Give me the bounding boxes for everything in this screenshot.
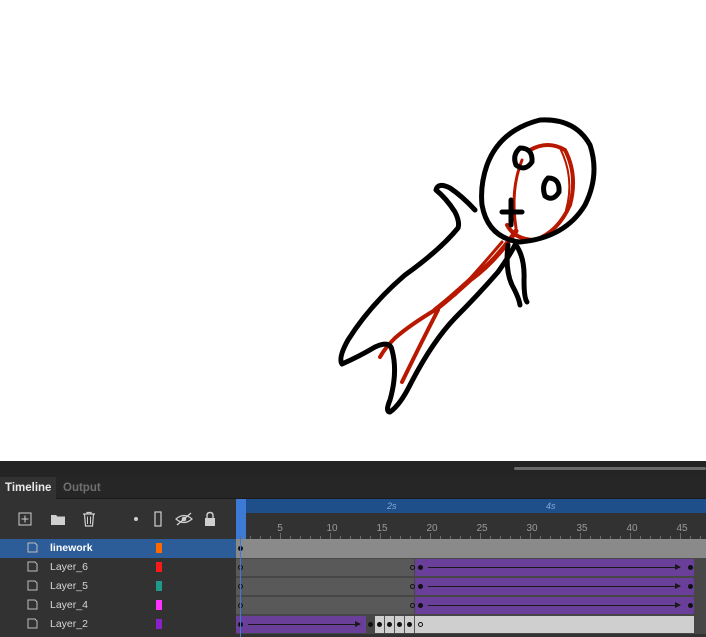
keyframe[interactable] — [688, 603, 693, 608]
layer-name: Layer_4 — [50, 599, 88, 611]
layer-name: Layer_6 — [50, 561, 88, 573]
new-layer-button[interactable] — [15, 509, 35, 529]
layer-header[interactable]: linework — [0, 539, 236, 558]
layer-icon — [27, 580, 38, 591]
layer-row-layer-4[interactable]: Layer_4 — [0, 596, 706, 615]
frame-number: 35 — [576, 523, 588, 534]
frame-number: 30 — [526, 523, 538, 534]
tab-timeline[interactable]: Timeline — [0, 477, 57, 499]
playhead-line — [240, 539, 241, 637]
layer-color-swatch[interactable] — [156, 562, 162, 572]
keyframe[interactable] — [688, 584, 693, 589]
lock-icon — [205, 511, 215, 526]
panel-header-bar — [0, 461, 706, 477]
tween-arrow — [248, 621, 361, 627]
keyframe[interactable] — [387, 622, 392, 627]
layer-header[interactable]: Layer_6 — [0, 558, 236, 577]
layer-frames[interactable] — [236, 558, 706, 577]
frame-number: 25 — [476, 523, 488, 534]
lock-toggle-button[interactable] — [200, 509, 220, 529]
keyframe[interactable] — [407, 622, 412, 627]
layer-row-linework[interactable]: linework — [0, 539, 706, 558]
layer-icon — [27, 618, 38, 629]
frame-number: 20 — [426, 523, 438, 534]
folder-icon — [51, 515, 65, 525]
frame-ruler[interactable]: 2s 4s 5 10 15 20 25 30 35 40 45 — [236, 499, 706, 539]
empty-frame-span — [236, 578, 414, 595]
tab-output[interactable]: Output — [58, 477, 106, 499]
tween-arrow — [428, 602, 681, 608]
tween-arrow — [428, 564, 681, 570]
panel-scrollbar[interactable] — [514, 467, 706, 470]
layer-name: Layer_5 — [50, 580, 88, 592]
layer-color-swatch[interactable] — [156, 600, 162, 610]
show-as-dot-icon — [134, 517, 138, 521]
seconds-label: 2s — [387, 501, 397, 511]
layer-header[interactable]: Layer_5 — [0, 577, 236, 596]
layer-icon — [27, 599, 38, 610]
layer-icon — [27, 542, 38, 553]
visibility-toggle-button[interactable] — [174, 509, 194, 529]
layer-icon — [27, 561, 38, 572]
frame-number: 10 — [326, 523, 338, 534]
layer-color-swatch[interactable] — [156, 581, 162, 591]
layer-frames[interactable] — [236, 615, 706, 634]
timeline-panel: Timeline Output 2s 4s 5 10 15 20 25 30 3… — [0, 461, 706, 637]
seconds-label: 4s — [546, 501, 556, 511]
frame-number: 40 — [626, 523, 638, 534]
layer-name: linework — [50, 542, 93, 554]
seconds-bar: 2s 4s — [236, 499, 706, 513]
layer-list: linework Layer_6 Layer_5 Layer_4 Layer_2 — [0, 539, 706, 637]
delete-layer-button[interactable] — [79, 509, 99, 529]
layer-header[interactable]: Layer_4 — [0, 596, 236, 615]
keyframe[interactable] — [377, 622, 382, 627]
frame-number: 15 — [376, 523, 388, 534]
show-as-dot-button[interactable] — [126, 509, 146, 529]
layer-frames[interactable] — [236, 596, 706, 615]
keyframe[interactable] — [418, 603, 423, 608]
empty-frame-span — [236, 597, 414, 614]
layer-frames[interactable] — [236, 539, 706, 558]
frame-number: 45 — [676, 523, 688, 534]
new-folder-button[interactable] — [48, 509, 68, 529]
panel-tabs: Timeline Output — [0, 477, 706, 499]
layer-header[interactable]: Layer_2 — [0, 615, 236, 634]
outline-icon — [154, 511, 162, 527]
new-layer-icon — [18, 512, 32, 526]
black-linework — [338, 117, 597, 415]
layer-row-layer-2[interactable]: Layer_2 — [0, 615, 706, 634]
layer-toolbar — [0, 499, 236, 539]
layer-row-layer-5[interactable]: Layer_5 — [0, 577, 706, 596]
static-frame-span — [415, 616, 694, 633]
layer-name: Layer_2 — [50, 618, 88, 630]
playhead-handle[interactable] — [236, 499, 246, 539]
layer-frames[interactable] — [236, 577, 706, 596]
layer-color-swatch[interactable] — [156, 619, 162, 629]
empty-frame-span — [236, 559, 414, 576]
keyframe[interactable] — [397, 622, 402, 627]
keyframe[interactable] — [368, 622, 373, 627]
keyframe[interactable] — [688, 565, 693, 570]
visibility-icon — [175, 512, 193, 526]
character-drawing — [338, 117, 597, 415]
trash-icon — [83, 511, 95, 527]
layer-row-layer-6[interactable]: Layer_6 — [0, 558, 706, 577]
outline-toggle-button[interactable] — [148, 509, 168, 529]
layer-color-swatch[interactable] — [156, 543, 162, 553]
keyframe[interactable] — [418, 584, 423, 589]
stage-canvas[interactable] — [0, 0, 706, 461]
keyframe[interactable] — [418, 565, 423, 570]
blank-keyframe[interactable] — [418, 622, 423, 627]
tween-arrow — [428, 583, 681, 589]
